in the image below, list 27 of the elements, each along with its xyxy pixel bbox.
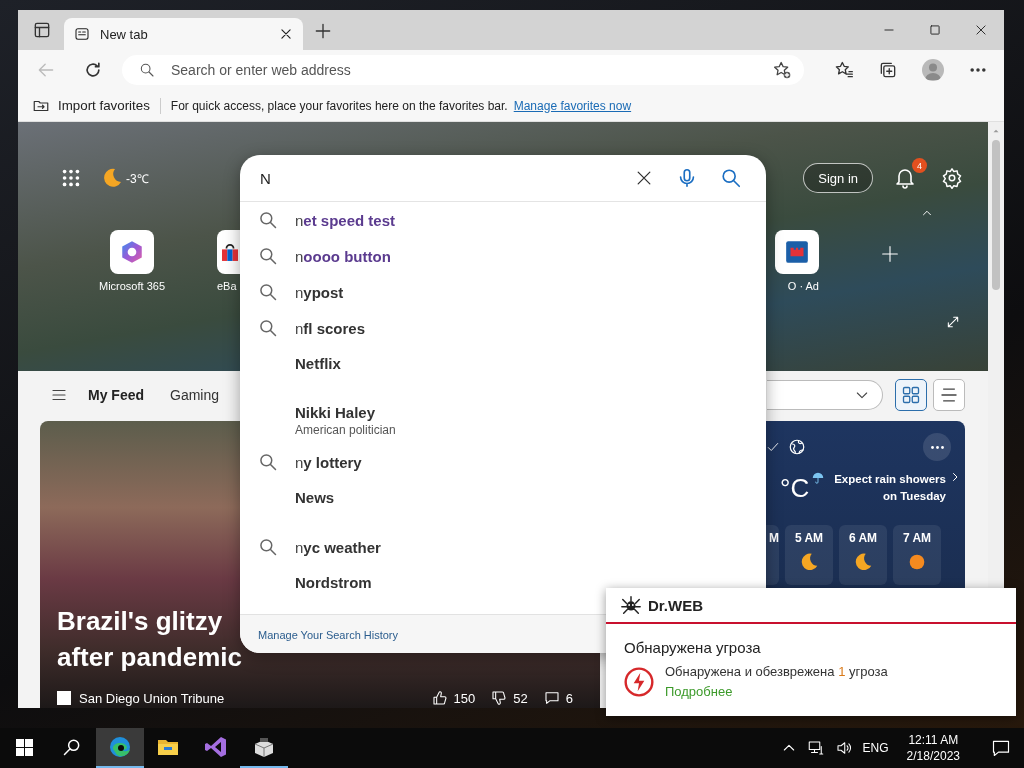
suggestion-text: net speed test — [295, 211, 396, 229]
hour-label: 5 AM — [794, 531, 824, 545]
notification-count: 4 — [912, 158, 927, 173]
suggestion-text: nyc weather — [295, 538, 381, 556]
suggestion-text: noooo button — [295, 247, 391, 265]
brand-name: Dr.WEB — [648, 596, 703, 614]
tile-label: eBa — [217, 280, 237, 292]
notification-title: Обнаружена угроза — [624, 639, 762, 656]
hour-label: M — [769, 531, 779, 545]
favorites-hint: For quick access, place your favorites here on the favorites bar. — [170, 98, 508, 113]
suggestion-text: Netflix — [295, 355, 341, 372]
temperature-unit: °C — [780, 472, 810, 504]
suggestion-subtitle: American politician — [295, 423, 396, 437]
suggestion-text: Nikki Haley — [295, 404, 377, 421]
hour-label: 7 AM — [902, 531, 932, 545]
dislike-count: 52 — [513, 690, 528, 706]
like-count: 150 — [453, 690, 476, 706]
hour-label: 6 AM — [848, 531, 878, 545]
suggestion-text: News — [295, 489, 335, 506]
tile-label: Microsoft 365 — [99, 280, 165, 292]
comment-count: 6 — [565, 690, 573, 706]
tile-label: O · Ad — [787, 280, 819, 292]
notification-message: Обнаружена и обезврежена 1 угроза — [665, 664, 888, 679]
suggestion-text: nfl scores — [295, 319, 366, 337]
suggestion-text: nypost — [295, 283, 344, 301]
suggestion-text: ny lottery — [295, 453, 362, 471]
news-source: San Diego Union Tribune — [79, 690, 225, 706]
